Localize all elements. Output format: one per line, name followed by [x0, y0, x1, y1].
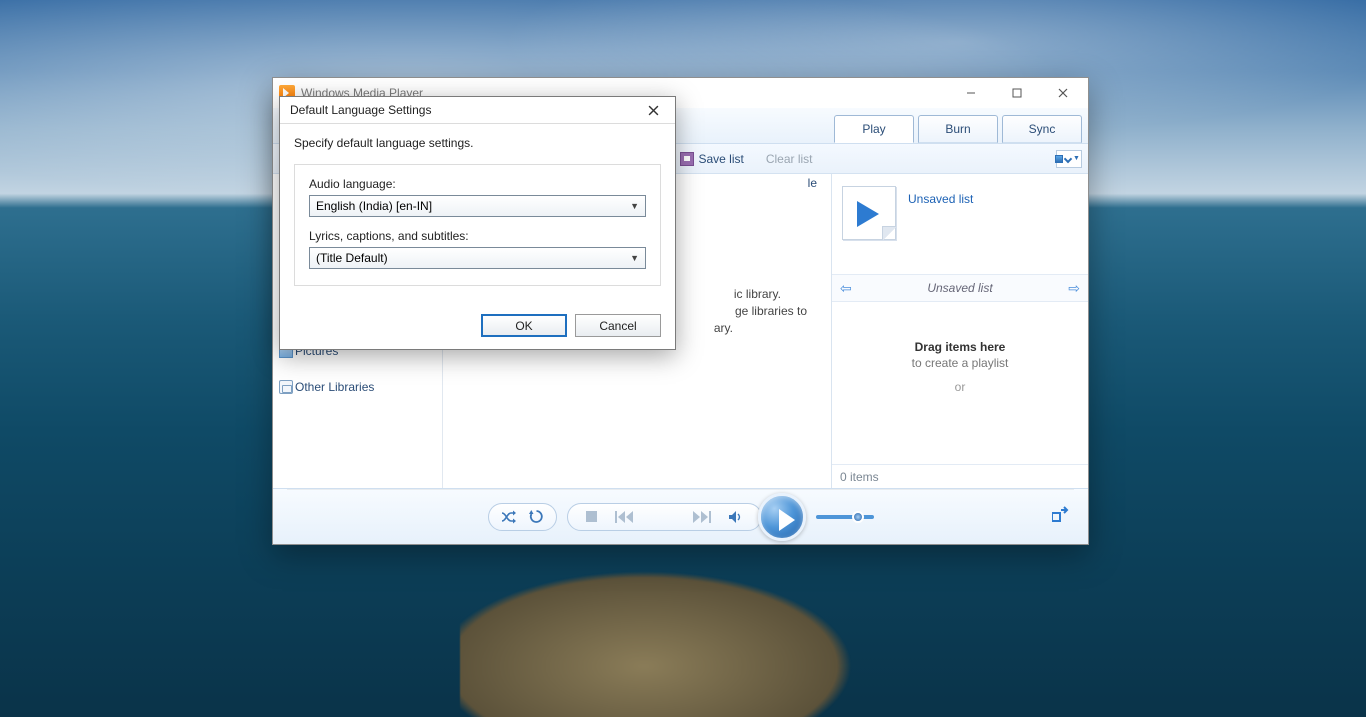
dialog-title: Default Language Settings [290, 103, 637, 117]
clear-list-button[interactable]: Clear list [766, 152, 813, 166]
maximize-button[interactable] [994, 78, 1040, 108]
playlist-count: 0 items [840, 470, 879, 484]
language-groupbox: Audio language: English (India) [en-IN] … [294, 164, 661, 286]
audio-language-combo[interactable]: English (India) [en-IN] ▼ [309, 195, 646, 217]
playlist-title[interactable]: Unsaved list [908, 192, 973, 206]
shuffle-button[interactable] [501, 510, 517, 524]
transport-pill [567, 503, 762, 531]
sidebar-item-label: Other Libraries [295, 380, 374, 394]
next-button[interactable] [693, 511, 711, 523]
save-list-button[interactable]: Save list [680, 152, 743, 166]
tab-burn[interactable]: Burn [918, 115, 998, 143]
tab-sync[interactable]: Sync [1002, 115, 1082, 143]
subtitle-language-value: (Title Default) [316, 251, 388, 265]
play-button[interactable] [758, 493, 806, 541]
playlist-panel: Unsaved list ⇦ Unsaved list ⇨ Drag items… [832, 174, 1088, 488]
playlist-footer: 0 items [832, 464, 1088, 488]
play-icon [857, 201, 879, 227]
list-options-button[interactable]: ▼ [1056, 150, 1082, 168]
options-icon [1055, 155, 1063, 163]
previous-button[interactable] [615, 511, 633, 523]
close-button[interactable] [1040, 78, 1086, 108]
chevron-down-icon: ▼ [1073, 155, 1080, 162]
mute-button[interactable] [729, 511, 743, 523]
save-icon [680, 152, 694, 166]
next-playlist-button[interactable]: ⇨ [1068, 280, 1080, 297]
column-header-fragment: le [808, 176, 817, 190]
check-icon [1064, 154, 1072, 162]
dialog-instruction: Specify default language settings. [294, 136, 661, 150]
drag-hint-or: or [955, 380, 966, 394]
chevron-down-icon: ▼ [630, 253, 639, 263]
subtitle-language-combo[interactable]: (Title Default) ▼ [309, 247, 646, 269]
audio-language-label: Audio language: [309, 177, 646, 191]
player-bar [273, 488, 1088, 544]
cancel-button[interactable]: Cancel [575, 314, 661, 337]
ok-button[interactable]: OK [481, 314, 567, 337]
stop-button[interactable] [586, 511, 597, 522]
playlist-drop-area[interactable]: Drag items here to create a playlist or [832, 302, 1088, 464]
left-control-pill [488, 503, 557, 531]
libraries-icon [279, 380, 293, 394]
switch-view-button[interactable] [1052, 506, 1070, 527]
chevron-down-icon: ▼ [630, 201, 639, 211]
repeat-button[interactable] [529, 509, 544, 524]
language-settings-dialog: Default Language Settings Specify defaul… [279, 96, 676, 350]
drag-hint-sub: to create a playlist [912, 356, 1009, 370]
audio-language-value: English (India) [en-IN] [316, 199, 432, 213]
volume-thumb[interactable] [852, 511, 864, 523]
prev-playlist-button[interactable]: ⇦ [840, 280, 852, 297]
sidebar-item-other-libraries[interactable]: Other Libraries [273, 376, 442, 398]
playlist-nav-name: Unsaved list [927, 281, 992, 295]
playlist-thumbnail[interactable] [842, 186, 896, 240]
dialog-titlebar[interactable]: Default Language Settings [280, 97, 675, 124]
save-list-label: Save list [698, 152, 743, 166]
tab-play[interactable]: Play [834, 115, 914, 143]
subtitle-language-label: Lyrics, captions, and subtitles: [309, 229, 646, 243]
dialog-close-button[interactable] [637, 98, 669, 122]
minimize-button[interactable] [948, 78, 994, 108]
drag-hint-title: Drag items here [915, 340, 1006, 354]
playlist-nav: ⇦ Unsaved list ⇨ [832, 274, 1088, 302]
volume-slider[interactable] [816, 515, 874, 519]
